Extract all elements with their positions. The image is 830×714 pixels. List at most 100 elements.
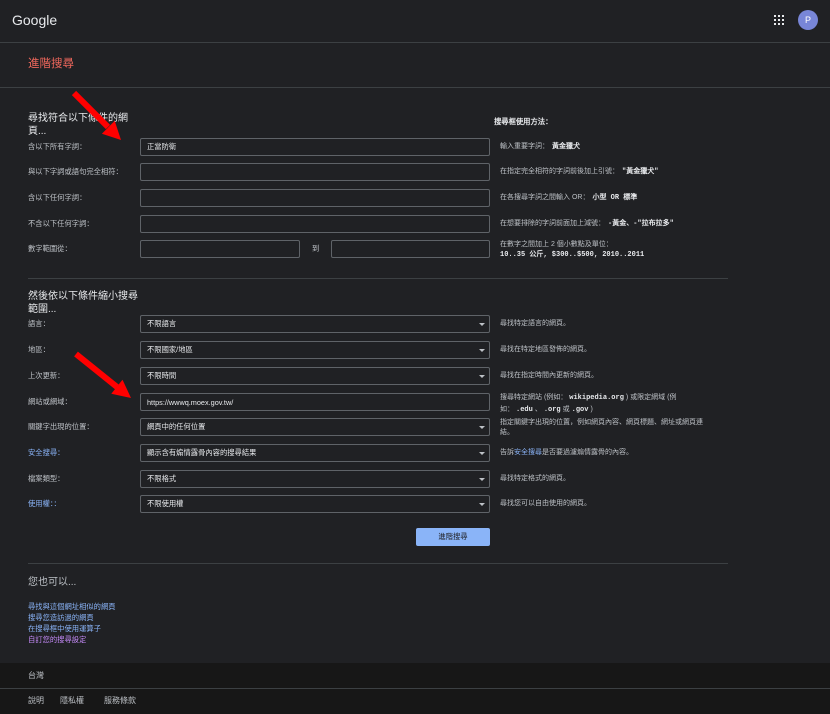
hint-example: .edu [516,406,533,414]
safesearch-hint-link[interactable]: 安全搜尋 [514,449,542,456]
last-update-select[interactable]: 不限時間 [140,367,490,385]
language-row: 語言： 不限語言 尋找特定語言的網頁。 [0,315,830,333]
region-select[interactable]: 不限國家/地區 [140,341,490,359]
exact-phrase-label: 與以下字詞或語句完全相符： [28,167,123,176]
last-update-hint: 尋找在指定時間內更新的網頁。 [500,372,598,379]
file-type-hint: 尋找特定格式的網頁。 [500,475,570,482]
footer-help-link[interactable]: 說明 [28,695,44,707]
usage-rights-select[interactable]: 不限使用權 [140,495,490,513]
hint-text: 告訴 [500,449,514,456]
safesearch-row: 安全搜尋： 顯示含有煽情露骨內容的搜尋結果 告訴安全搜尋是否要過濾煽情露骨的內容… [0,444,830,462]
all-words-hint: 輸入重要字詞： 黃金獵犬 [500,138,580,156]
safesearch-select[interactable]: 顯示含有煽情露骨內容的搜尋結果 [140,444,490,462]
chevron-down-icon [479,451,485,455]
find-section-heading: 尋找符合以下條件的網頁... [28,113,128,137]
region-select-value: 不限國家/地區 [147,345,193,354]
none-words-input[interactable] [140,215,490,233]
last-update-label: 上次更新： [28,371,65,380]
similar-pages-link[interactable]: 尋找與這個網址相似的網頁 [28,601,116,612]
file-type-select[interactable]: 不限格式 [140,470,490,488]
terms-location-hint: 指定關鍵字出現的位置，例如網頁內容、網頁標題、網址或網頁連 結。 [500,418,703,438]
none-words-row: 不含以下任何字詞： 在想要排除的字詞前面加上減號： -黃金、-"拉布拉多" [0,215,830,233]
hint-example: 小型 OR 標準 [592,194,638,202]
search-settings-link[interactable]: 自訂您的搜尋設定 [28,634,116,645]
site-hint: 搜尋特定網站 (例如： wikipedia.org) 或限定網域 (例 如： .ed… [500,392,676,416]
last-update-select-value: 不限時間 [147,371,177,380]
last-update-row: 上次更新： 不限時間 尋找在指定時間內更新的網頁。 [0,367,830,385]
chevron-down-icon [479,322,485,326]
safesearch-select-value: 顯示含有煽情露骨內容的搜尋結果 [147,448,257,457]
safesearch-hint: 告訴安全搜尋是否要過濾煽情露骨的內容。 [500,444,633,462]
hint-line: 如： .edu、 .org 或 .gov) [500,404,676,416]
number-range-hint: 在數字之間加上 2 個小數點及單位： 10..35 公斤, $300..$500… [500,239,644,261]
any-words-input[interactable] [140,189,490,207]
hint-text: ) [590,406,593,413]
account-avatar[interactable]: P [798,10,818,30]
site-input[interactable] [140,393,490,411]
file-type-row: 檔案類型： 不限格式 尋找特定格式的網頁。 [0,470,830,488]
all-words-input[interactable] [140,138,490,156]
hint-text: ) 或限定網域 (例 [625,394,677,401]
usage-rights-hint: 尋找您可以自由使用的網頁。 [500,500,591,507]
exact-phrase-row: 與以下字詞或語句完全相符： 在指定完全相符的字詞前後加上引號： "黃金獵犬" [0,163,830,181]
exact-phrase-input[interactable] [140,163,490,181]
header-divider [0,42,830,43]
footer: 台灣 說明 隱私權 服務條款 [0,663,830,714]
safesearch-label-link[interactable]: 安全搜尋： [28,444,64,462]
file-type-label: 檔案類型： [28,474,65,483]
footer-privacy-link[interactable]: 隱私權 [60,695,84,707]
number-range-label: 數字範圍從： [28,244,72,253]
none-words-hint: 在想要排除的字詞前面加上減號： -黃金、-"拉布拉多" [500,215,674,233]
number-range-to-label: 到 [312,244,320,253]
apps-grid-icon[interactable] [774,15,784,25]
hint-example: "黃金獵犬" [622,168,659,176]
hint-example: .org [543,406,561,414]
number-range-to-input[interactable] [331,240,490,258]
language-label: 語言： [28,319,50,328]
hint-example: .gov [571,406,589,414]
section-divider [28,563,728,564]
usage-rights-label-link[interactable]: 使用權：： [28,495,61,513]
hint-text: 是否要過濾煽情露骨的內容。 [542,449,633,456]
hint-text: 輸入重要字詞： [500,143,549,150]
hint-text: 如： [500,406,514,413]
usage-rights-row: 使用權：： 不限使用權 尋找您可以自由使用的網頁。 [0,495,830,513]
region-label: 地區： [28,345,50,354]
region-row: 地區： 不限國家/地區 尋找在特定地區發佈的網頁。 [0,341,830,359]
all-words-row: 含以下所有字詞： 輸入重要字詞：黃金獵犬 [0,138,830,156]
hint-text: 在各搜尋字詞之間輸入 OR： [500,194,590,201]
terms-location-select-value: 網頁中的任何位置 [147,422,206,431]
terms-location-label: 關鍵字出現的位置： [28,422,94,431]
chevron-down-icon [479,477,485,481]
hint-text: 、 [534,406,542,413]
google-logo[interactable]: Google [12,11,57,29]
visited-pages-link[interactable]: 搜尋您造訪過的網頁 [28,612,116,623]
hint-text: 在指定完全相符的字詞前後加上引號： [500,168,619,175]
hint-example: 10..35 公斤, $300..$500, 2010..2011 [500,251,645,259]
terms-location-select[interactable]: 網頁中的任何位置 [140,418,490,436]
number-range-from-input[interactable] [140,240,300,258]
chevron-down-icon [479,502,485,506]
hint-example: -黃金、-"拉布拉多" [608,220,674,228]
hint-line: 指定關鍵字出現的位置，例如網頁內容、網頁標題、網址或網頁連 [500,419,703,426]
section-divider [28,278,728,279]
hint-example: wikipedia.org [569,394,624,402]
footer-terms-link[interactable]: 服務條款 [104,695,136,707]
narrow-section-heading: 然後依以下條件縮小搜尋範圍... [28,291,138,315]
hint-text: 在數字之間加上 2 個小數點及單位： [500,241,613,248]
site-label: 網站或網域： [28,397,72,406]
terms-location-row: 關鍵字出現的位置： 網頁中的任何位置 指定關鍵字出現的位置，例如網頁內容、網頁標… [0,418,830,436]
search-operators-link[interactable]: 在搜尋框中使用運算子 [28,623,116,634]
exact-phrase-hint: 在指定完全相符的字詞前後加上引號： "黃金獵犬" [500,163,658,181]
hint-example: 黃金獵犬 [552,143,580,151]
number-range-row: 數字範圍從： 到 在數字之間加上 2 個小數點及單位： 10..35 公斤, $… [0,239,830,261]
footer-divider [0,688,830,689]
advanced-search-button[interactable]: 進階搜尋 [416,528,490,546]
chevron-down-icon [479,348,485,352]
also-section-heading: 您也可以... [28,577,77,588]
chevron-down-icon [479,425,485,429]
search-box-help-heading: 搜尋框使用方法： [494,117,553,126]
language-hint: 尋找特定語言的網頁。 [500,320,570,327]
language-select[interactable]: 不限語言 [140,315,490,333]
hint-line: 搜尋特定網站 (例如： wikipedia.org) 或限定網域 (例 [500,392,676,404]
